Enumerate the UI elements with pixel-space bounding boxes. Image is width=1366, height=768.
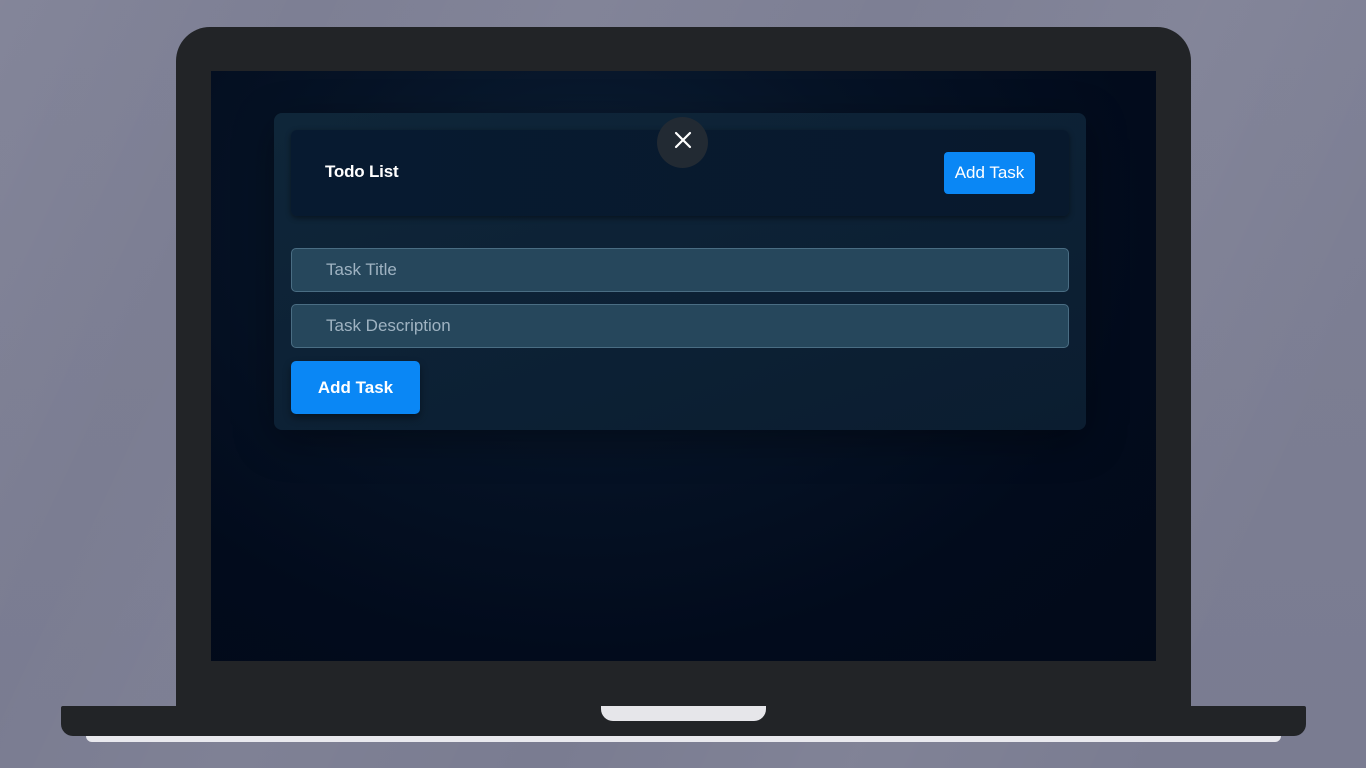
task-title-input[interactable] [291, 248, 1069, 292]
laptop-screen: Todo List Add Task Add Task [211, 71, 1156, 661]
todo-modal: Todo List Add Task Add Task [274, 113, 1086, 430]
header-add-task-button[interactable]: Add Task [944, 152, 1035, 194]
laptop-notch [601, 706, 766, 721]
close-button[interactable] [657, 117, 708, 168]
close-icon [674, 131, 692, 154]
laptop-base-edge [86, 736, 1281, 742]
task-description-input[interactable] [291, 304, 1069, 348]
page-title: Todo List [325, 162, 399, 181]
add-task-button[interactable]: Add Task [291, 361, 420, 414]
